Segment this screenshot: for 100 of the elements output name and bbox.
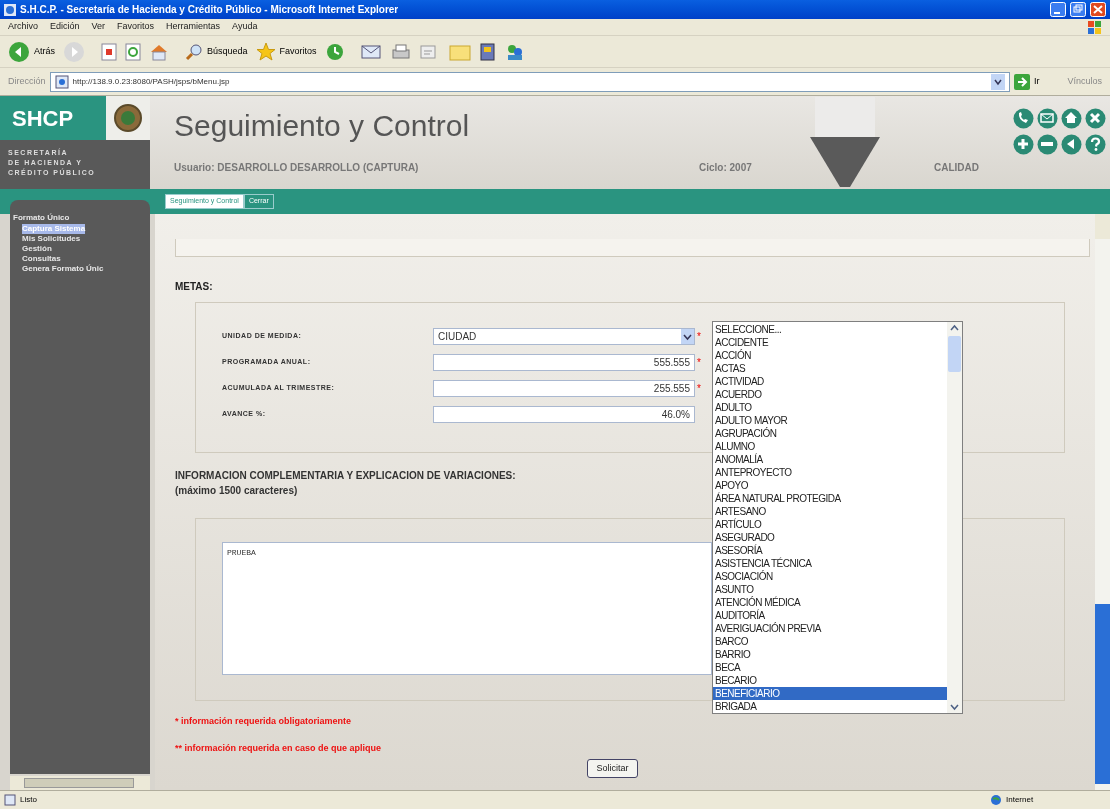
list-option[interactable]: ÁREA NATURAL PROTEGIDA <box>713 492 947 505</box>
list-option[interactable]: ASOCIACIÓN <box>713 570 947 583</box>
required-note: ** información requerida en caso de que aplique <box>175 741 383 755</box>
menu-item[interactable]: Edición <box>50 20 80 34</box>
scrollbar-thumb[interactable] <box>24 778 134 788</box>
menu-item[interactable]: Favoritos <box>117 20 155 34</box>
list-option[interactable]: BENEFICIARIO <box>713 687 947 700</box>
list-option[interactable]: AGRUPACIÓN <box>713 427 947 440</box>
search-button[interactable]: Búsqueda <box>207 44 248 59</box>
menu-item[interactable]: Ver <box>91 20 106 34</box>
scrollbar-thumb[interactable] <box>1095 604 1110 784</box>
list-option[interactable]: BECARIO <box>713 674 947 687</box>
book-icon[interactable] <box>478 42 497 61</box>
number-field[interactable]: 555.555 <box>433 354 695 371</box>
list-option[interactable]: ACUERDO <box>713 388 947 401</box>
number-field[interactable]: 46.0% <box>433 406 695 423</box>
close-icon[interactable] <box>1085 108 1106 129</box>
status-text: Listo <box>20 794 38 806</box>
list-option[interactable]: AUDITORÍA <box>713 609 947 622</box>
star-icon[interactable] <box>255 41 276 62</box>
back-button[interactable]: Atrás <box>34 44 55 59</box>
window-title: S.H.C.P. - Secretaría de Hacienda y Crédito Público - Microsoft Internet Explorer <box>20 3 400 17</box>
help-icon[interactable] <box>1085 133 1106 155</box>
mail-icon[interactable] <box>360 42 383 61</box>
list-option[interactable]: ACCIÓN <box>713 349 947 362</box>
list-option[interactable]: ACTIVIDAD <box>713 375 947 388</box>
required-mark: * <box>697 330 701 344</box>
minimize-icon[interactable] <box>1050 2 1066 17</box>
sidebar-item[interactable]: Consultas <box>22 254 61 264</box>
app-title: Seguimiento y Control <box>174 108 471 144</box>
globe-icon <box>990 794 1002 806</box>
list-option[interactable]: ADULTO MAYOR <box>713 414 947 427</box>
scrollbar-thumb[interactable] <box>948 336 961 372</box>
unit-select[interactable]: CIUDAD <box>433 328 695 345</box>
list-option[interactable]: ATENCIÓN MÉDICA <box>713 596 947 609</box>
list-option[interactable]: ASESORÍA <box>713 544 947 557</box>
list-option[interactable]: ANOMALÍA <box>713 453 947 466</box>
sidebar-item[interactable]: Genera Formato Únic <box>22 264 104 274</box>
list-option[interactable]: ARTÍCULO <box>713 518 947 531</box>
section-heading: INFORMACION COMPLEMENTARIA Y EXPLICACION DE VARIACIONES: <box>175 469 516 483</box>
submit-button[interactable]: Solicitar <box>587 759 638 778</box>
list-option[interactable]: AVERIGUACIÓN PREVIA <box>713 622 947 635</box>
minus-icon[interactable] <box>1037 133 1058 155</box>
sidebar-item[interactable]: Formato Único <box>13 212 150 224</box>
browser-icon <box>4 3 16 16</box>
required-note: * información requerida obligatoriamente <box>175 715 353 728</box>
seal-icon <box>113 103 143 133</box>
list-option[interactable]: SELECCIONE... <box>713 323 947 336</box>
windows-flag-icon <box>1088 20 1102 34</box>
close-icon[interactable] <box>1090 2 1106 17</box>
menu-item[interactable]: Archivo <box>8 20 38 34</box>
go-arrow-icon[interactable] <box>1013 73 1030 90</box>
list-option[interactable]: ADULTO <box>713 401 947 414</box>
required-mark: * <box>697 382 701 396</box>
list-option[interactable]: ARTESANO <box>713 505 947 518</box>
phone-icon[interactable] <box>1013 108 1034 129</box>
list-option[interactable]: ASEGURADO <box>713 531 947 544</box>
sidebar-item[interactable]: Mis Solicitudes <box>22 234 81 244</box>
explanation-textarea[interactable]: PRUEBA <box>222 542 712 675</box>
search-icon[interactable] <box>185 42 203 61</box>
menu-item[interactable]: Herramientas <box>166 20 221 34</box>
plus-icon[interactable] <box>1013 133 1034 155</box>
address-field[interactable]: http://138.9.0.23:8080/PASH/jsps/bMenu.jsp <box>49 71 1010 92</box>
list-option[interactable]: APOYO <box>713 479 947 492</box>
go-button[interactable]: Ir <box>1033 74 1040 89</box>
list-option[interactable]: ALUMNO <box>713 440 947 453</box>
mail-icon[interactable] <box>1037 108 1058 129</box>
section-note: (máximo 1500 caracteres) <box>175 484 298 498</box>
list-scrollbar[interactable] <box>947 322 962 713</box>
sidebar-item[interactable]: Gestión <box>22 244 52 254</box>
zone-text: Internet <box>1006 794 1035 806</box>
required-mark: * <box>697 356 701 370</box>
list-option[interactable]: ASUNTO <box>713 583 947 596</box>
refresh-page-icon[interactable] <box>125 42 141 61</box>
list-option[interactable]: ANTEPROYECTO <box>713 466 947 479</box>
history-icon[interactable] <box>324 41 345 62</box>
area-name: CALIDAD <box>934 161 979 175</box>
stop-page-icon[interactable] <box>101 42 117 61</box>
printer-icon[interactable] <box>390 42 411 61</box>
page-scrollbar[interactable] <box>1095 239 1110 790</box>
address-label: Dirección <box>8 74 46 88</box>
home-icon[interactable] <box>1061 108 1082 129</box>
url-text: http://138.9.0.23:8080/PASH/jsps/bMenu.jsp <box>72 75 231 88</box>
list-option[interactable]: BARRIO <box>713 648 947 661</box>
restore-icon[interactable] <box>1070 2 1086 17</box>
list-option[interactable]: BRIGADA <box>713 700 947 713</box>
list-option[interactable]: ACCIDENTE <box>713 336 947 349</box>
page-icon <box>54 74 69 89</box>
unit-listbox[interactable] <box>712 321 963 714</box>
page-icon <box>4 794 16 806</box>
list-option[interactable]: ASISTENCIA TÉCNICA <box>713 557 947 570</box>
list-option[interactable]: BARCO <box>713 635 947 648</box>
cycle-year: Ciclo: 2007 <box>699 161 753 175</box>
home-icon[interactable] <box>149 42 169 61</box>
favorites-button[interactable]: Favoritos <box>279 44 317 59</box>
list-option[interactable]: ACTAS <box>713 362 947 375</box>
menu-item[interactable]: Ayuda <box>232 20 258 34</box>
list-option[interactable]: BECA <box>713 661 947 674</box>
number-field[interactable]: 255.555 <box>433 380 695 397</box>
logo-text: SHCP <box>0 96 106 140</box>
